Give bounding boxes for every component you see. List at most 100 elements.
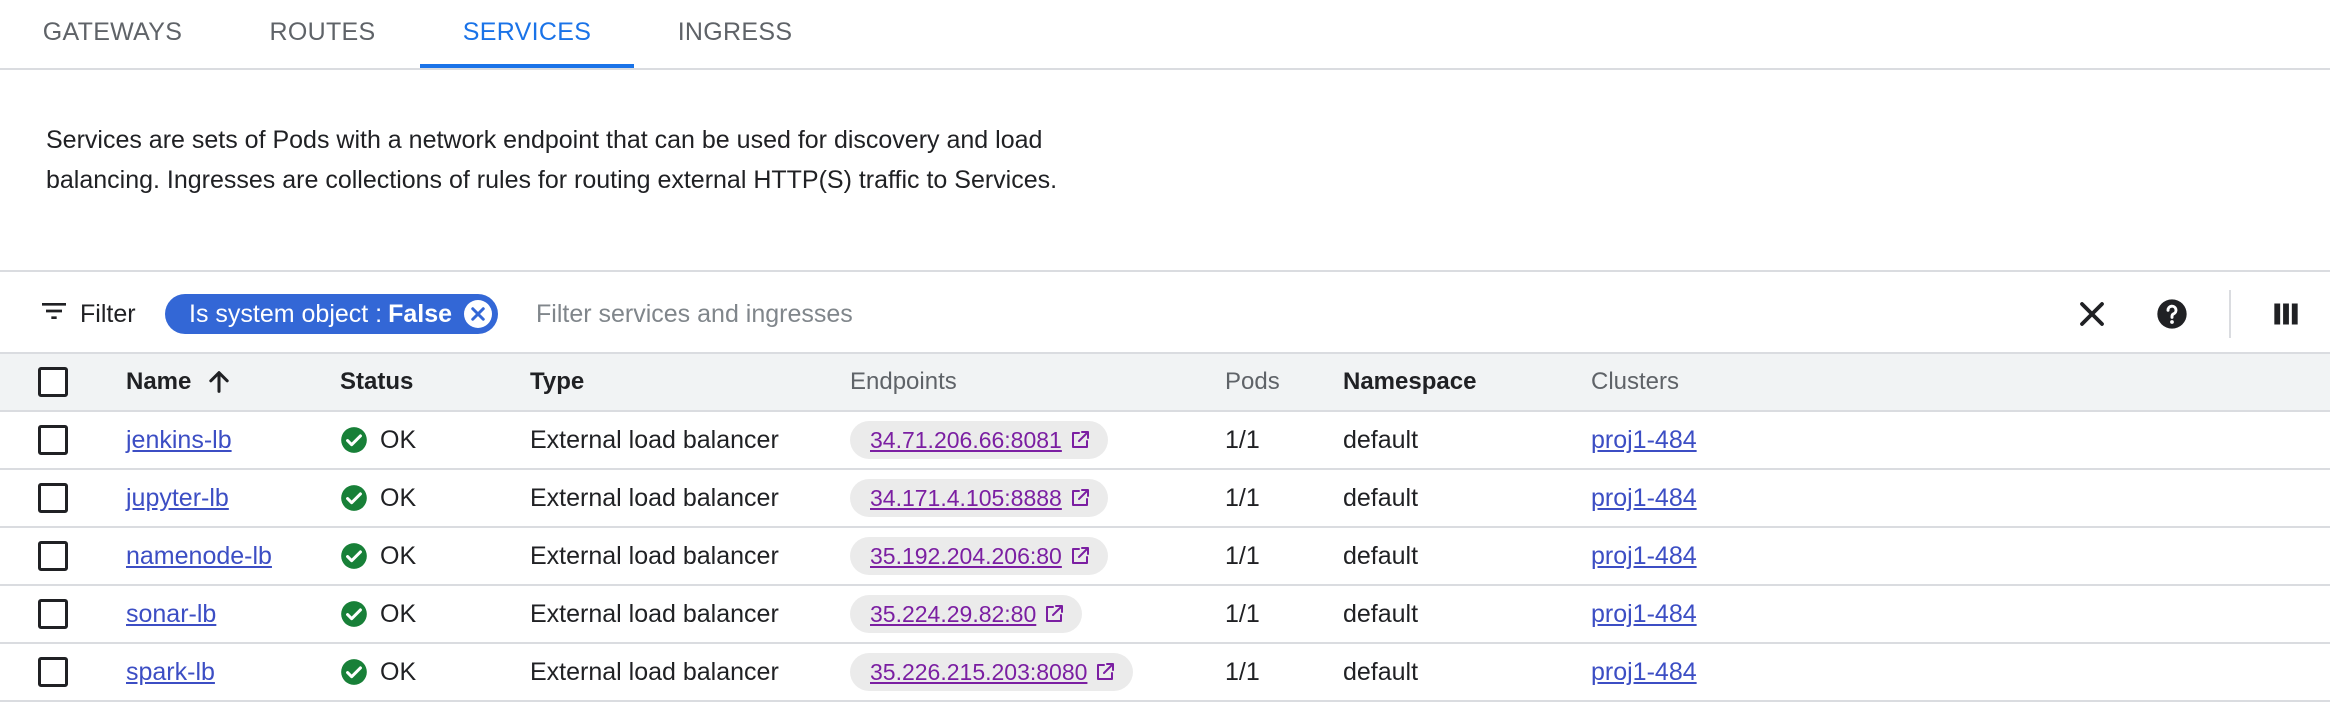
pods-cell: 1/1 — [1225, 425, 1260, 454]
namespace-cell: default — [1343, 541, 1419, 570]
column-display-icon[interactable] — [2266, 294, 2306, 334]
tab-services[interactable]: SERVICES — [420, 0, 634, 68]
pods-cell: 1/1 — [1225, 657, 1260, 686]
table-header: Name Status Type Endpoints Pods Namespac… — [0, 354, 2330, 412]
endpoint-cell: 35.226.215.203:8080 — [850, 644, 1134, 700]
namespace-cell: default — [1343, 425, 1419, 454]
column-header-endpoints: Endpoints — [850, 368, 957, 395]
column-header-clusters: Clusters — [1591, 368, 1680, 395]
cluster-link[interactable]: proj1-484 — [1591, 542, 1697, 571]
namespace-cell: default — [1343, 657, 1419, 686]
type-cell: External load balancer — [530, 657, 779, 686]
tab-gateways[interactable]: GATEWAYS — [20, 0, 205, 68]
filter-label: Filter — [80, 299, 136, 328]
filter-input[interactable] — [534, 294, 1934, 334]
tab-routes[interactable]: ROUTES — [245, 0, 400, 68]
row-select-cell — [38, 470, 68, 526]
filter-list-icon — [38, 295, 70, 334]
column-name-label: Name — [126, 368, 192, 395]
select-all-cell — [38, 354, 68, 410]
cluster-link[interactable]: proj1-484 — [1591, 658, 1697, 687]
endpoint-text: 34.71.206.66:8081 — [870, 426, 1062, 453]
check-circle-icon — [340, 484, 368, 512]
table-row: jenkins-lb OK External load balancer 34.… — [0, 412, 2330, 470]
row-checkbox[interactable] — [38, 599, 68, 629]
cancel-icon[interactable] — [464, 300, 493, 328]
endpoint-cell: 34.171.4.105:8888 — [850, 470, 1108, 526]
check-circle-icon — [340, 426, 368, 454]
arrow-upward-icon — [205, 368, 233, 396]
endpoint-text: 35.226.215.203:8080 — [870, 658, 1088, 685]
status-text: OK — [380, 657, 417, 686]
tab-ingress[interactable]: INGRESS — [660, 0, 810, 68]
column-header-pods: Pods — [1225, 368, 1280, 395]
row-checkbox[interactable] — [38, 483, 68, 513]
filter-chip[interactable]: Is system object : False — [165, 294, 499, 334]
row-select-cell — [38, 586, 68, 642]
status-cell: OK — [340, 412, 416, 468]
pods-cell: 1/1 — [1225, 541, 1260, 570]
endpoint-text: 35.192.204.206:80 — [870, 542, 1062, 569]
service-name-link[interactable]: namenode-lb — [126, 542, 272, 571]
type-cell: External load balancer — [530, 541, 779, 570]
row-checkbox[interactable] — [38, 657, 68, 687]
filter-chip-key: Is system object : — [189, 299, 383, 328]
column-header-namespace[interactable]: Namespace — [1343, 354, 1476, 410]
table-row: spark-lb OK External load balancer 35.22… — [0, 644, 2330, 702]
endpoint-text: 34.171.4.105:8888 — [870, 484, 1062, 511]
services-table: Name Status Type Endpoints Pods Namespac… — [0, 354, 2330, 702]
table-row: sonar-lb OK External load balancer 35.22… — [0, 586, 2330, 644]
cluster-link[interactable]: proj1-484 — [1591, 484, 1697, 513]
service-name-link[interactable]: sonar-lb — [126, 600, 216, 629]
endpoint-text: 35.224.29.82:80 — [870, 600, 1037, 627]
service-name-link[interactable]: jenkins-lb — [126, 426, 232, 455]
column-header-status[interactable]: Status — [340, 354, 413, 410]
open-in-new-icon — [1068, 428, 1092, 452]
status-text: OK — [380, 483, 417, 512]
service-name-link[interactable]: jupyter-lb — [126, 484, 229, 513]
row-select-cell — [38, 412, 68, 468]
row-select-cell — [38, 528, 68, 584]
endpoint-link[interactable]: 35.192.204.206:80 — [850, 537, 1108, 575]
page-description: Services are sets of Pods with a network… — [46, 126, 1058, 194]
close-icon[interactable] — [2072, 294, 2112, 334]
endpoint-link[interactable]: 35.226.215.203:8080 — [850, 653, 1134, 691]
status-cell: OK — [340, 528, 416, 584]
status-text: OK — [380, 541, 417, 570]
status-cell: OK — [340, 586, 416, 642]
endpoint-cell: 35.192.204.206:80 — [850, 528, 1108, 584]
open-in-new-icon — [1068, 544, 1092, 568]
column-header-type[interactable]: Type — [530, 354, 584, 410]
endpoint-link[interactable]: 34.71.206.66:8081 — [850, 421, 1108, 459]
open-in-new-icon — [1042, 602, 1066, 626]
type-cell: External load balancer — [530, 483, 779, 512]
row-checkbox[interactable] — [38, 425, 68, 455]
open-in-new-icon — [1068, 486, 1092, 510]
endpoint-link[interactable]: 35.224.29.82:80 — [850, 595, 1083, 633]
pods-cell: 1/1 — [1225, 599, 1260, 628]
status-text: OK — [380, 425, 417, 454]
table-row: jupyter-lb OK External load balancer 34.… — [0, 470, 2330, 528]
cluster-link[interactable]: proj1-484 — [1591, 426, 1697, 455]
filter-button[interactable]: Filter — [38, 292, 136, 336]
endpoint-link[interactable]: 34.171.4.105:8888 — [850, 479, 1108, 517]
row-select-cell — [38, 644, 68, 700]
select-all-checkbox[interactable] — [38, 367, 68, 397]
status-text: OK — [380, 599, 417, 628]
help-icon[interactable] — [2152, 294, 2192, 334]
open-in-new-icon — [1093, 660, 1117, 684]
endpoint-cell: 35.224.29.82:80 — [850, 586, 1083, 642]
row-checkbox[interactable] — [38, 541, 68, 571]
cluster-link[interactable]: proj1-484 — [1591, 600, 1697, 629]
check-circle-icon — [340, 600, 368, 628]
check-circle-icon — [340, 542, 368, 570]
status-cell: OK — [340, 470, 416, 526]
column-header-name[interactable]: Name — [126, 354, 233, 410]
endpoint-cell: 34.71.206.66:8081 — [850, 412, 1108, 468]
filter-chip-value: False — [388, 299, 453, 328]
type-cell: External load balancer — [530, 425, 779, 454]
pods-cell: 1/1 — [1225, 483, 1260, 512]
service-name-link[interactable]: spark-lb — [126, 658, 215, 687]
toolbar-divider — [2229, 290, 2231, 338]
status-cell: OK — [340, 644, 416, 700]
